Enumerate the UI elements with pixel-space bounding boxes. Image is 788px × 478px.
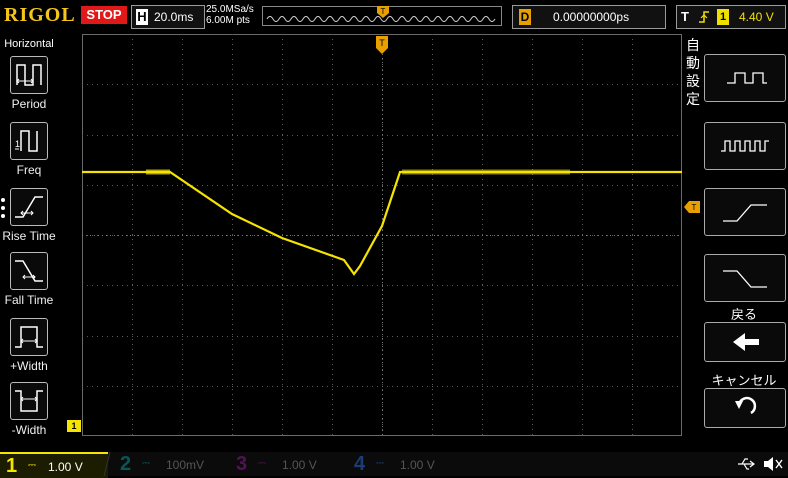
period-icon <box>10 56 48 94</box>
memory-trigger-marker: T <box>377 5 389 18</box>
channel-status-bar: 1 ⎓ 1.00 V 2 ⎓ 100mV 3 ⎓ 1.00 V 4 ⎓ 1.00… <box>0 452 788 478</box>
channel1-offset-marker[interactable]: 1 <box>67 420 81 432</box>
auto-rising-edge-button[interactable] <box>704 188 786 236</box>
measure-menu: Horizontal Period 1 Freq Rise Time Fall … <box>0 34 58 452</box>
horizontal-key: H <box>136 9 148 25</box>
channel-divider <box>103 452 111 476</box>
speaker-muted-icon[interactable] <box>762 456 784 472</box>
auto-falling-edge-button[interactable] <box>704 254 786 302</box>
waveform-grid <box>82 34 682 436</box>
acquisition-info: 25.0MSa/s 6.00M pts <box>206 4 254 26</box>
square-wave-icon <box>727 72 767 84</box>
positive-width-icon <box>10 318 48 356</box>
cancel-label: キャンセル <box>711 373 777 388</box>
channel2-coupling-icon: ⎓ <box>142 458 150 469</box>
fall-time-icon <box>10 252 48 290</box>
memory-depth: 6.00M pts <box>206 15 250 26</box>
channel3-coupling-icon: ⎓ <box>258 458 266 469</box>
falling-edge-icon <box>723 270 767 288</box>
rise-time-icon <box>10 188 48 226</box>
auto-single-period-button[interactable] <box>704 54 786 102</box>
svg-text:1: 1 <box>15 139 20 149</box>
channel2-scale: 100mV <box>166 458 205 472</box>
measure-positive-width[interactable]: +Width <box>0 316 58 380</box>
multi-pulse-icon <box>721 140 769 152</box>
trigger-source-badge: 1 <box>717 9 729 25</box>
brand-logo: RIGOL <box>4 4 76 26</box>
auto-multi-period-button[interactable] <box>704 122 786 170</box>
back-button[interactable] <box>704 322 786 362</box>
timebase-value: 20.0ms <box>154 10 194 24</box>
measure-frequency[interactable]: 1 Freq <box>0 120 58 184</box>
channel2-number: 2 <box>120 453 132 475</box>
channel3-number: 3 <box>236 453 248 475</box>
sample-rate: 25.0MSa/s <box>206 4 254 15</box>
top-status-bar: RIGOL STOP H 20.0ms 25.0MSa/s 6.00M pts … <box>0 0 788 34</box>
trigger-position-marker[interactable]: T <box>376 36 388 59</box>
measure-frequency-label: Freq <box>16 163 42 177</box>
measure-negative-width-label: -Width <box>11 423 47 437</box>
waveform-display[interactable] <box>82 34 682 436</box>
measure-rise-time[interactable]: Rise Time <box>0 186 58 250</box>
frequency-icon: 1 <box>10 122 48 160</box>
trigger-key: T <box>681 9 689 24</box>
trigger-display[interactable]: T 1 4.40 V <box>676 5 786 29</box>
measure-negative-width[interactable]: -Width <box>0 380 58 444</box>
trigger-position-letter: T <box>379 38 385 48</box>
channel4-number: 4 <box>354 453 366 475</box>
channel3-scale: 1.00 V <box>282 458 317 472</box>
channel4-scale: 1.00 V <box>400 458 435 472</box>
rising-edge-icon <box>723 204 767 222</box>
channel1-number: 1 <box>6 455 18 477</box>
memory-trigger-letter: T <box>381 7 386 16</box>
trigger-level-value: 4.40 V <box>739 10 774 24</box>
channel1-scale: 1.00 V <box>48 460 83 474</box>
delay-key: D <box>519 9 531 25</box>
cancel-button[interactable] <box>704 388 786 428</box>
back-arrow-icon <box>733 333 759 351</box>
measure-period[interactable]: Period <box>0 54 58 118</box>
measure-fall-time[interactable]: Fall Time <box>0 250 58 314</box>
undo-icon <box>735 396 757 415</box>
delay-value: 0.00000000ps <box>553 10 630 24</box>
menu-title: Horizontal <box>4 38 54 50</box>
channel4-coupling-icon: ⎓ <box>376 458 384 469</box>
measure-fall-time-label: Fall Time <box>4 293 54 307</box>
auto-setup-menu: 自動設定 戻る キャンセル <box>684 34 788 452</box>
measure-positive-width-label: +Width <box>10 359 48 373</box>
run-stop-indicator[interactable]: STOP <box>81 6 127 24</box>
channel2-status[interactable]: 2 ⎓ 100mV <box>116 452 224 476</box>
delay-display[interactable]: D 0.00000000ps <box>512 5 666 29</box>
usb-icon <box>736 456 756 472</box>
measure-rise-time-label: Rise Time <box>2 229 56 243</box>
channel3-status[interactable]: 3 ⎓ 1.00 V <box>232 452 340 476</box>
timebase-display[interactable]: H 20.0ms <box>131 5 205 29</box>
measure-period-label: Period <box>11 97 47 111</box>
channel1-status[interactable]: 1 ⎓ 1.00 V <box>0 452 108 478</box>
negative-width-icon <box>10 382 48 420</box>
trigger-edge-icon <box>699 11 709 23</box>
channel1-coupling-icon: ⎓ <box>28 460 36 471</box>
channel4-status[interactable]: 4 ⎓ 1.00 V <box>350 452 458 476</box>
back-label: 戻る <box>730 307 757 322</box>
auto-setup-title: 自動設定 <box>686 37 700 107</box>
